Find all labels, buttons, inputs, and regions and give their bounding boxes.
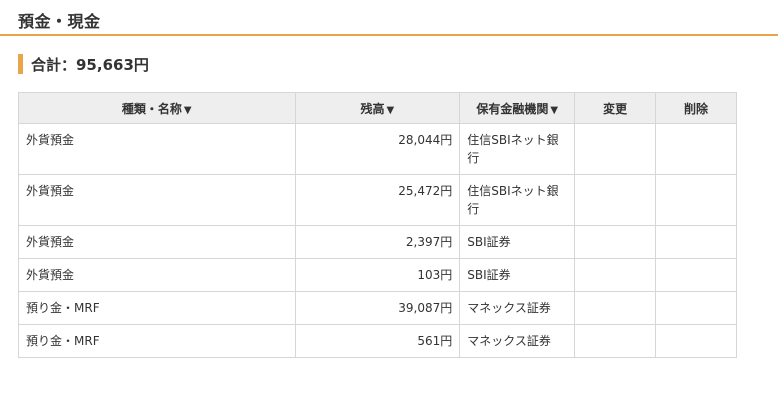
row-change-cell [574,291,657,325]
sort-arrow-icon: ▼ [183,104,192,116]
row-balance: 25,472円 [294,174,461,226]
row-balance: 561円 [294,324,461,358]
header-balance-label: 残高 [360,101,385,116]
row-name: 外貨預金 [18,174,296,226]
header-delete: 削除 [655,92,737,124]
table-row: 外貨預金 103円 SBI証券 [18,258,737,292]
sort-arrow-icon: ▼ [550,104,559,116]
row-change-cell [574,258,657,292]
sort-by-balance-header[interactable]: 残高 ▼ [294,92,461,124]
holdings-table: 種類・名称 ▼ 残高 ▼ 保有金融機関 ▼ 変更 削除 外貨預金 28,044円 住信… [18,92,737,358]
table-row: 預り金・MRF 39,087円 マネックス証券 [18,291,737,325]
section-header: 預金・現金 [0,0,778,36]
row-name: 預り金・MRF [18,324,296,358]
row-change-cell [574,324,657,358]
table-row: 外貨預金 28,044円 住信SBIネット銀行 [18,123,737,175]
row-name: 外貨預金 [18,258,296,292]
table-header-row: 種類・名称 ▼ 残高 ▼ 保有金融機関 ▼ 変更 削除 [18,92,737,124]
table-row: 外貨預金 2,397円 SBI証券 [18,225,737,259]
row-institution: SBI証券 [459,225,576,259]
row-change-cell [574,225,657,259]
total-summary: 合計：95,663円 [18,54,149,74]
header-name-label: 種類・名称 [121,101,182,116]
row-name: 外貨預金 [18,225,296,259]
total-amount: 合計：95,663円 [31,55,149,74]
row-balance: 103円 [294,258,461,292]
row-change-cell [574,123,657,175]
sort-arrow-icon: ▼ [386,104,395,116]
row-balance: 28,044円 [294,123,461,175]
row-delete-cell [655,291,737,325]
row-institution: マネックス証券 [459,324,576,358]
row-name: 外貨預金 [18,123,296,175]
row-institution: 住信SBIネット銀行 [459,174,576,226]
row-institution: SBI証券 [459,258,576,292]
row-balance: 2,397円 [294,225,461,259]
sort-by-institution-header[interactable]: 保有金融機関 ▼ [459,92,576,124]
row-delete-cell [655,225,737,259]
row-delete-cell [655,123,737,175]
row-institution: 住信SBIネット銀行 [459,123,576,175]
header-change: 変更 [574,92,657,124]
row-balance: 39,087円 [294,291,461,325]
row-delete-cell [655,258,737,292]
row-institution: マネックス証券 [459,291,576,325]
row-change-cell [574,174,657,226]
header-institution-label: 保有金融機関 [476,101,549,116]
sort-by-name-header[interactable]: 種類・名称 ▼ [18,92,296,124]
row-delete-cell [655,174,737,226]
table-row: 預り金・MRF 561円 マネックス証券 [18,324,737,358]
section-title: 預金・現金 [18,12,101,31]
total-accent-bar [18,54,23,74]
row-name: 預り金・MRF [18,291,296,325]
table-row: 外貨預金 25,472円 住信SBIネット銀行 [18,174,737,226]
row-delete-cell [655,324,737,358]
